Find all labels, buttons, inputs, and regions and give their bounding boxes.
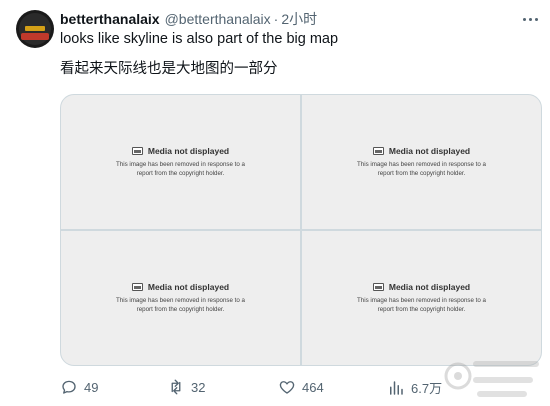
views-chart-icon xyxy=(390,380,403,395)
media-title-text: Media not displayed xyxy=(388,282,471,292)
media-title: Media not displayed xyxy=(131,146,230,156)
like-count: 464 xyxy=(302,379,324,395)
media-title-text: Media not displayed xyxy=(388,146,471,156)
media-desc-line-2: report from the copyright holder. xyxy=(136,169,225,177)
view-count: 6.7万 xyxy=(411,381,443,396)
media-placeholder[interactable]: Media not displayed This image has been … xyxy=(302,95,541,229)
separator-dot: · xyxy=(273,11,279,27)
avatar-logo xyxy=(21,33,49,40)
retweet-icon xyxy=(171,379,181,395)
display-name[interactable]: betterthanalaix xyxy=(60,11,160,27)
image-icon xyxy=(131,283,143,291)
media-title-text: Media not displayed xyxy=(147,146,230,156)
media-desc-line-2: report from the copyright holder. xyxy=(377,169,466,177)
media-description: This image has been removed in response … xyxy=(342,161,502,178)
avatar[interactable] xyxy=(16,10,54,48)
media-description: This image has been removed in response … xyxy=(101,161,261,178)
media-desc-line-1: This image has been removed in response … xyxy=(116,297,245,304)
media-desc-line-2: report from the copyright holder. xyxy=(377,305,466,313)
media-desc-line-2: report from the copyright holder. xyxy=(136,305,225,313)
media-grid: Media not displayed This image has been … xyxy=(60,94,542,366)
media-title: Media not displayed xyxy=(372,146,471,156)
more-horizontal-icon[interactable] xyxy=(520,12,540,26)
media-desc-line-1: This image has been removed in response … xyxy=(116,161,245,168)
tweet-text-line-2: 看起来天际线也是大地图的一部分 xyxy=(60,61,278,77)
reply-button[interactable]: 49 xyxy=(60,378,98,396)
tweet-text-line-1: looks like skyline is also part of the b… xyxy=(60,31,339,47)
reply-icon xyxy=(62,380,76,394)
retweet-button[interactable]: 32 xyxy=(167,378,205,396)
media-title-text: Media not displayed xyxy=(147,282,230,292)
avatar-logo-accent xyxy=(25,26,45,31)
tweet-actions: 49 32 464 6.7万 xyxy=(60,378,542,398)
media-desc-line-1: This image has been removed in response … xyxy=(357,161,486,168)
reply-count: 49 xyxy=(84,379,99,395)
media-title: Media not displayed xyxy=(372,282,471,292)
image-icon xyxy=(372,283,384,291)
media-placeholder[interactable]: Media not displayed This image has been … xyxy=(61,231,300,365)
like-button[interactable]: 464 xyxy=(278,378,324,396)
views-button[interactable]: 6.7万 xyxy=(387,378,442,397)
media-desc-line-1: This image has been removed in response … xyxy=(357,297,486,304)
media-placeholder[interactable]: Media not displayed This image has been … xyxy=(302,231,541,365)
media-description: This image has been removed in response … xyxy=(342,297,502,314)
heart-icon xyxy=(279,381,295,394)
tweet-header: betterthanalaix @betterthanalaix · 2小时 xyxy=(60,10,317,28)
retweet-count: 32 xyxy=(191,379,206,395)
media-description: This image has been removed in response … xyxy=(101,297,261,314)
image-icon xyxy=(372,147,384,155)
user-handle[interactable]: @betterthanalaix xyxy=(165,11,271,27)
media-placeholder[interactable]: Media not displayed This image has been … xyxy=(61,95,300,229)
tweet-time[interactable]: 2小时 xyxy=(281,9,317,29)
image-icon xyxy=(131,147,143,155)
media-title: Media not displayed xyxy=(131,282,230,292)
